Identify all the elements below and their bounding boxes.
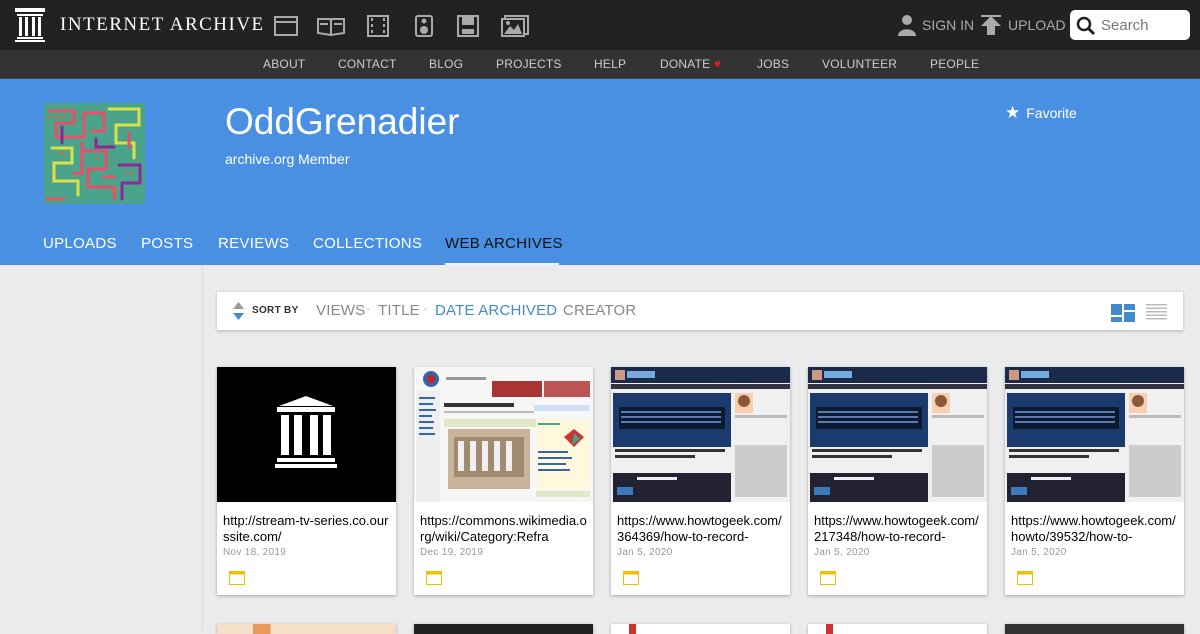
secondary-nav: ABOUT CONTACT BLOG PROJECTS HELP DONATE … [0,50,1200,79]
tab-web-archives[interactable]: WEB ARCHIVES [445,235,563,252]
web-archive-icon [426,571,442,585]
tab-posts[interactable]: POSTS [141,235,193,252]
search-input[interactable]: Search [1070,10,1190,40]
web-icon[interactable] [272,13,300,39]
item-tile[interactable]: http://stream-tv-series.co.ourssite.com/… [217,367,396,595]
active-tab-indicator [445,263,559,265]
nav-projects[interactable]: PROJECTS [496,57,562,71]
web-archive-icon [820,571,836,585]
nav-volunteer[interactable]: VOLUNTEER [822,57,897,71]
tab-reviews[interactable]: REVIEWS [218,235,289,252]
item-thumbnail-wikimedia [414,367,593,502]
profile-subtitle: archive.org Member [225,151,350,167]
item-title[interactable]: https://commons.wikimedia.org/wiki/Categ… [420,513,588,545]
sort-creator[interactable]: CREATOR [563,302,636,319]
favorite-label: Favorite [1026,105,1077,121]
nav-donate-label: DONATE [660,57,711,71]
item-tile[interactable]: https://www.howtogeek.com/howto/39532/ho… [1005,367,1184,595]
texts-icon[interactable] [317,13,345,39]
left-column [0,265,203,630]
tab-uploads[interactable]: UPLOADS [43,235,117,252]
profile-name: OddGrenadier [225,101,460,142]
person-icon [898,15,916,36]
nav-jobs[interactable]: JOBS [757,57,789,71]
search-icon [1076,16,1096,36]
item-date: Jan 5, 2020 [1011,547,1067,558]
avatar [44,103,145,204]
upload-link[interactable]: UPLOAD [980,0,1066,50]
sort-direction-icon[interactable] [233,302,244,320]
item-date: Nov 18, 2019 [223,547,287,558]
item-title[interactable]: https://www.howtogeek.com/217348/how-to-… [814,513,982,545]
item-title[interactable]: https://www.howtogeek.com/364369/how-to-… [617,513,785,545]
nav-about[interactable]: ABOUT [263,57,305,71]
item-thumbnail-howtogeek [1005,367,1184,502]
item-date: Jan 5, 2020 [814,547,870,558]
item-title[interactable]: https://www.howtogeek.com/howto/39532/ho… [1011,513,1179,545]
sort-date-archived[interactable]: DATE ARCHIVED [435,302,557,319]
tab-collections[interactable]: COLLECTIONS [313,235,422,252]
audio-icon[interactable] [410,13,438,39]
internet-archive-logo[interactable]: INTERNET ARCHIVE [14,8,265,42]
sign-in-link[interactable]: SIGN IN [898,0,974,50]
item-tile[interactable]: https://www.howtogeek.com/364369/how-to-… [611,367,790,595]
search-placeholder: Search [1101,17,1149,34]
nav-blog[interactable]: BLOG [429,57,463,71]
sort-separator: · [366,301,371,316]
item-date: Dec 19, 2019 [420,547,484,558]
web-archive-icon [1017,571,1033,585]
archive-building-icon [15,8,45,42]
nav-help[interactable]: HELP [594,57,626,71]
nav-contact[interactable]: CONTACT [338,57,397,71]
sort-title[interactable]: TITLE [378,302,420,319]
item-thumbnail-archive-logo [217,367,396,502]
sign-in-label: SIGN IN [922,17,975,33]
item-thumbnail-howtogeek [808,367,987,502]
item-tile[interactable]: https://www.howtogeek.com/217348/how-to-… [808,367,987,595]
video-icon[interactable] [364,13,392,39]
list-view-icon[interactable] [1146,304,1167,320]
tile-view-icon[interactable] [1111,304,1135,322]
sort-separator: · [551,301,556,316]
star-icon: ★ [1005,103,1021,122]
profile-header: OddGrenadier archive.org Member ★ Favori… [0,79,1200,265]
upload-icon [981,15,1001,35]
sort-bar: SORT BY VIEWS · TITLE · DATE ARCHIVED · … [217,292,1183,330]
item-tile-partial[interactable] [611,624,790,634]
heart-icon: ♥ [713,57,722,71]
nav-donate[interactable]: DONATE ♥ [660,57,721,71]
images-icon[interactable] [501,13,529,39]
item-tile-partial[interactable] [1005,624,1184,634]
sort-views[interactable]: VIEWS [316,302,365,319]
item-tile[interactable]: https://commons.wikimedia.org/wiki/Categ… [414,367,593,595]
brand-name: INTERNET ARCHIVE [60,14,265,35]
item-thumbnail-howtogeek [611,367,790,502]
web-archive-icon [623,571,639,585]
sort-separator: · [423,301,428,316]
nav-people[interactable]: PEOPLE [930,57,979,71]
upload-label: UPLOAD [1008,17,1066,33]
top-bar: INTERNET ARCHIVE SIGN IN UPLOAD Search [0,0,1200,50]
item-tile-partial[interactable] [217,624,396,634]
item-tile-partial[interactable] [808,624,987,634]
sort-label: SORT BY [252,305,299,316]
software-icon[interactable] [454,13,482,39]
favorite-button[interactable]: ★ Favorite [1005,103,1077,123]
web-archive-icon [229,571,245,585]
item-date: Jan 5, 2020 [617,547,673,558]
item-title[interactable]: http://stream-tv-series.co.ourssite.com/ [223,513,391,545]
item-tile-partial[interactable] [414,624,593,634]
